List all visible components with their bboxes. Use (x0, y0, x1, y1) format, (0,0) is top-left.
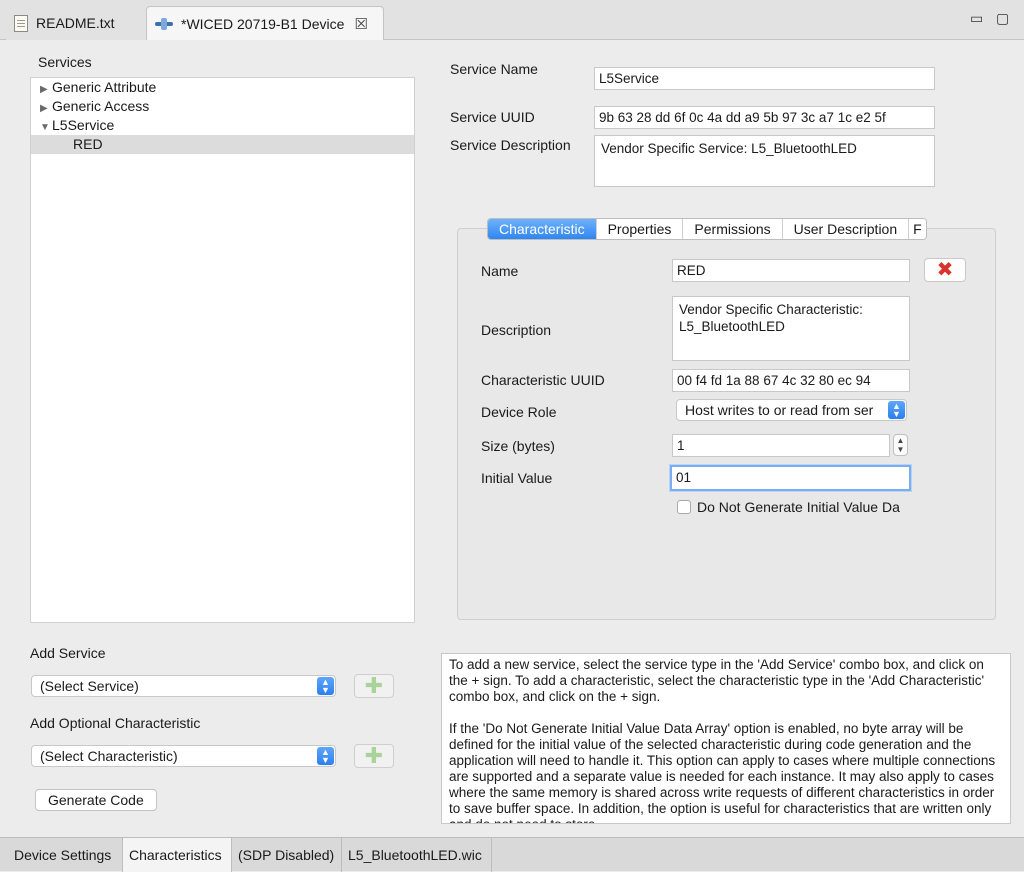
maximize-icon[interactable]: ▢ (996, 10, 1009, 27)
add-characteristic-label: Add Optional Characteristic (30, 715, 201, 731)
text-file-icon (14, 14, 28, 32)
service-uuid-label: Service UUID (450, 109, 535, 125)
tab-wic-file[interactable]: L5_BluetoothLED.wic (342, 838, 492, 872)
tab-characteristics[interactable]: Characteristics (123, 838, 232, 872)
tab-overflow[interactable]: F (909, 219, 926, 239)
add-characteristic-select[interactable]: (Select Characteristic) (31, 745, 336, 767)
device-configurator-icon (155, 17, 173, 31)
select-arrows-icon[interactable]: ▲ ▼ (317, 677, 334, 695)
characteristic-panel (457, 228, 996, 620)
help-paragraph-2: If the 'Do Not Generate Initial Value Da… (449, 721, 996, 823)
add-service-select[interactable]: (Select Service) (31, 675, 336, 697)
service-name-input[interactable]: L5Service (594, 67, 935, 90)
tab-readme-label: README.txt (36, 15, 115, 31)
size-input[interactable]: 1 (672, 434, 890, 457)
char-uuid-label: Characteristic UUID (481, 372, 605, 388)
plus-icon: ✚ (364, 743, 384, 768)
tab-sdp-disabled[interactable]: (SDP Disabled) (232, 838, 342, 872)
tab-properties[interactable]: Properties (596, 219, 684, 239)
help-text-panel[interactable]: To add a new service, select the service… (441, 653, 1011, 824)
services-tree[interactable]: ▶ Generic Attribute ▶ Generic Access ▼ L5Se… (30, 77, 415, 623)
tab-characteristic[interactable]: Characteristic (488, 219, 597, 239)
tab-device[interactable]: *WICED 20719-B1 Device ☒ (146, 6, 384, 40)
initial-value-label: Initial Value (481, 470, 553, 486)
initial-value-input[interactable]: 01 (670, 465, 911, 491)
add-service-button[interactable]: ✚ (354, 674, 394, 698)
char-description-input[interactable]: Vendor Specific Characteristic: L5_Bluet… (672, 296, 910, 361)
service-description-label: Service Description (450, 137, 571, 153)
tab-device-label: *WICED 20719-B1 Device (181, 15, 345, 32)
add-characteristic-value: (Select Characteristic) (40, 748, 178, 764)
help-paragraph-1: To add a new service, select the service… (449, 657, 985, 704)
page-tab-bar: Device Settings Characteristics (SDP Dis… (0, 837, 1024, 872)
device-role-value: Host writes to or read from ser (685, 402, 874, 418)
select-arrows-icon[interactable]: ▲ ▼ (888, 401, 905, 419)
delete-x-icon: ✖ (936, 259, 954, 281)
tree-item-red[interactable]: RED (31, 135, 414, 154)
characteristic-tab-bar: Characteristic Properties Permissions Us… (487, 218, 927, 240)
device-role-select[interactable]: Host writes to or read from ser (676, 399, 907, 421)
add-service-value: (Select Service) (40, 678, 139, 694)
select-arrows-icon[interactable]: ▲ ▼ (317, 747, 334, 765)
no-initial-value-label: Do Not Generate Initial Value Da (697, 499, 900, 515)
service-description-input[interactable]: Vendor Specific Service: L5_BluetoothLED (594, 135, 935, 187)
plus-icon: ✚ (364, 673, 384, 698)
size-stepper[interactable]: ▲ ▼ (893, 434, 908, 456)
tree-item-generic-attribute[interactable]: ▶ Generic Attribute (31, 78, 414, 97)
no-initial-value-checkbox[interactable] (677, 500, 691, 514)
char-uuid-input[interactable]: 00 f4 fd 1a 88 67 4c 32 80 ec 94 (672, 369, 910, 392)
add-characteristic-button[interactable]: ✚ (354, 744, 394, 768)
services-heading: Services (38, 54, 92, 70)
editor-tab-bar: README.txt *WICED 20719-B1 Device ☒ ▭ ▢ (0, 0, 1024, 40)
tab-permissions[interactable]: Permissions (683, 219, 783, 239)
tree-item-l5service[interactable]: ▼ L5Service (31, 116, 414, 135)
char-description-label: Description (481, 322, 552, 338)
minimize-icon[interactable]: ▭ (970, 10, 983, 27)
tree-item-generic-access[interactable]: ▶ Generic Access (31, 97, 414, 116)
delete-characteristic-button[interactable]: ✖ (924, 258, 966, 282)
add-service-label: Add Service (30, 645, 106, 661)
size-label: Size (bytes) (481, 438, 555, 454)
generate-code-button[interactable]: Generate Code (35, 789, 157, 811)
char-name-label: Name (481, 263, 519, 279)
char-name-input[interactable]: RED (672, 259, 910, 282)
service-uuid-input[interactable]: 9b 63 28 dd 6f 0c 4a dd a9 5b 97 3c a7 1… (594, 106, 935, 129)
tab-user-description[interactable]: User Description (782, 219, 910, 239)
device-role-label: Device Role (481, 404, 557, 420)
service-name-label: Service Name (450, 61, 538, 77)
tab-readme[interactable]: README.txt (6, 6, 146, 40)
tab-device-settings[interactable]: Device Settings (8, 838, 123, 872)
close-tab-icon[interactable]: ☒ (354, 15, 367, 33)
